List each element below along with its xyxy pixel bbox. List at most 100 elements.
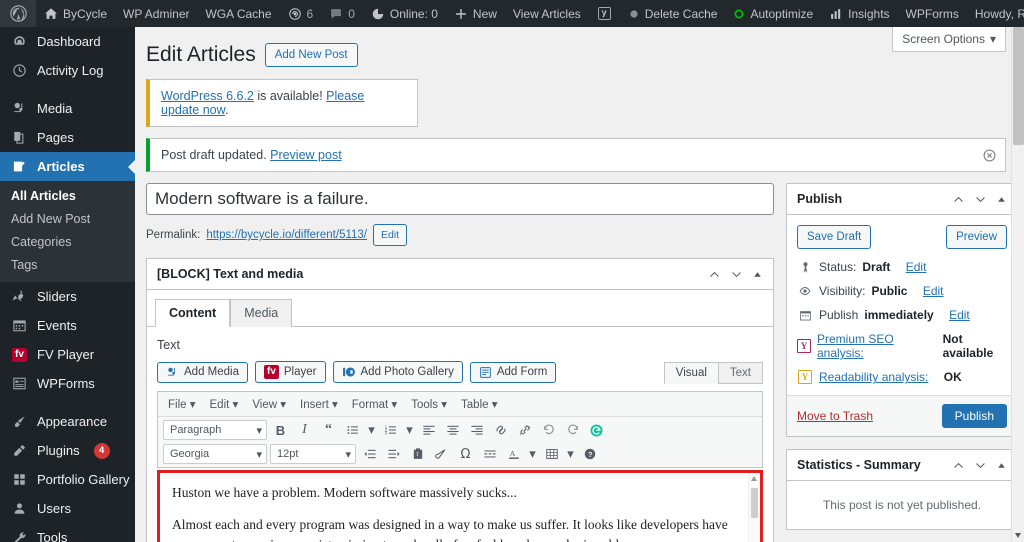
add-media-button[interactable]: Add Media xyxy=(157,361,248,383)
tab-text[interactable]: Text xyxy=(717,362,763,385)
read-more-icon[interactable] xyxy=(479,444,500,464)
sidebar-item-pages[interactable]: Pages xyxy=(0,123,135,152)
bold-icon[interactable]: B xyxy=(270,420,291,440)
move-down-icon[interactable] xyxy=(730,268,743,281)
help-icon[interactable]: ? xyxy=(579,444,600,464)
decrease-indent-icon[interactable] xyxy=(359,444,380,464)
menu-file[interactable]: File ▾ xyxy=(162,395,202,413)
toggle-panel-icon[interactable] xyxy=(752,269,763,280)
wga-cache-menu[interactable]: WGA Cache xyxy=(197,0,279,27)
site-name-menu[interactable]: ByCycle xyxy=(36,0,115,27)
font-family-select[interactable]: Georgia ▾ xyxy=(163,444,267,465)
edit-permalink-button[interactable]: Edit xyxy=(373,224,408,247)
move-up-icon[interactable] xyxy=(952,193,965,206)
increase-indent-icon[interactable] xyxy=(383,444,404,464)
sidebar-item-portfolio-gallery[interactable]: Portfolio Gallery xyxy=(0,465,135,494)
post-title-input[interactable] xyxy=(146,183,774,216)
sidebar-subitem-tags[interactable]: Tags xyxy=(0,254,135,277)
sidebar-subitem-all-articles[interactable]: All Articles xyxy=(0,185,135,208)
numbered-list-caret[interactable]: ▾ xyxy=(404,420,415,440)
add-new-post-button[interactable]: Add New Post xyxy=(264,42,358,67)
wordpress-version-link[interactable]: WordPress 6.6.2 xyxy=(161,89,254,103)
tab-media[interactable]: Media xyxy=(230,299,293,328)
add-form-button[interactable]: Add Form xyxy=(469,361,557,383)
toggle-panel-icon[interactable] xyxy=(996,460,1007,471)
insert-link-icon[interactable] xyxy=(490,420,511,440)
move-down-icon[interactable] xyxy=(974,193,987,206)
sidebar-item-dashboard[interactable]: Dashboard xyxy=(0,27,135,56)
fv-player-button[interactable]: fv Player xyxy=(254,361,326,384)
page-scrollbar[interactable] xyxy=(1011,7,1024,542)
view-articles-menu[interactable]: View Articles xyxy=(505,0,589,27)
sidebar-item-wpforms[interactable]: WPForms xyxy=(0,369,135,398)
edit-status-link[interactable]: Edit xyxy=(906,260,927,274)
table-caret[interactable]: ▾ xyxy=(565,444,576,464)
table-icon[interactable] xyxy=(541,444,562,464)
page-scrollbar-thumb[interactable] xyxy=(1013,27,1024,145)
menu-edit[interactable]: Edit ▾ xyxy=(204,395,245,413)
align-center-icon[interactable] xyxy=(442,420,463,440)
edit-publish-date-link[interactable]: Edit xyxy=(949,308,970,322)
grammarly-icon[interactable] xyxy=(586,420,607,440)
redo-icon[interactable] xyxy=(562,420,583,440)
my-account-menu[interactable]: Howdy, Ragnar Sepp xyxy=(967,0,1024,27)
sidebar-item-articles[interactable]: Articles xyxy=(0,152,135,181)
move-up-icon[interactable] xyxy=(708,268,721,281)
save-draft-button[interactable]: Save Draft xyxy=(797,225,872,250)
sidebar-item-users[interactable]: Users xyxy=(0,494,135,523)
wp-adminer-menu[interactable]: WP Adminer xyxy=(115,0,197,27)
italic-icon[interactable]: I xyxy=(294,420,315,440)
autoptimize-menu[interactable]: Autoptimize xyxy=(725,0,821,27)
align-left-icon[interactable] xyxy=(418,420,439,440)
tab-visual[interactable]: Visual xyxy=(663,362,719,385)
menu-insert[interactable]: Insert ▾ xyxy=(294,395,344,413)
menu-tools[interactable]: Tools ▾ xyxy=(405,395,453,413)
menu-format[interactable]: Format ▾ xyxy=(346,395,403,413)
sidebar-item-tools[interactable]: Tools xyxy=(0,523,135,542)
screen-options-button[interactable]: Screen Options ▾ xyxy=(892,27,1006,52)
sidebar-item-appearance[interactable]: Appearance xyxy=(0,407,135,436)
unlink-icon[interactable] xyxy=(514,420,535,440)
permalink-url-link[interactable]: https://bycycle.io/different/5113/ xyxy=(206,229,367,241)
preview-button[interactable]: Preview xyxy=(946,225,1007,250)
edit-visibility-link[interactable]: Edit xyxy=(923,284,944,298)
menu-view[interactable]: View ▾ xyxy=(246,395,292,413)
updates-menu[interactable]: 6 xyxy=(280,0,322,27)
add-photo-gallery-button[interactable]: Add Photo Gallery xyxy=(332,361,463,384)
scroll-up-arrow-icon[interactable] xyxy=(751,476,757,482)
editor-content-area[interactable]: Huston we have a problem. Modern softwar… xyxy=(157,470,763,542)
numbered-list-icon[interactable]: 123 xyxy=(380,420,401,440)
text-color-icon[interactable]: A xyxy=(503,444,524,464)
clear-formatting-icon[interactable] xyxy=(431,444,452,464)
sidebar-item-activity-log[interactable]: Activity Log xyxy=(0,56,135,85)
align-right-icon[interactable] xyxy=(466,420,487,440)
new-content-menu[interactable]: New xyxy=(446,0,505,27)
sidebar-subitem-categories[interactable]: Categories xyxy=(0,231,135,254)
bulleted-list-caret[interactable]: ▾ xyxy=(366,420,377,440)
sidebar-item-fv-player[interactable]: fv FV Player xyxy=(0,340,135,369)
move-down-icon[interactable] xyxy=(974,459,987,472)
editor-scrollbar[interactable] xyxy=(748,474,759,542)
sidebar-item-plugins[interactable]: Plugins 4 xyxy=(0,436,135,465)
sidebar-subitem-add-new-post[interactable]: Add New Post xyxy=(0,208,135,231)
undo-icon[interactable] xyxy=(538,420,559,440)
publish-button[interactable]: Publish xyxy=(941,404,1007,429)
menu-table[interactable]: Table ▾ xyxy=(455,395,503,413)
delete-cache-menu[interactable]: Delete Cache xyxy=(620,0,726,27)
special-character-icon[interactable]: Ω xyxy=(455,444,476,464)
wpforms-menu[interactable]: WPForms xyxy=(898,0,967,27)
sidebar-item-events[interactable]: Events xyxy=(0,311,135,340)
paste-as-text-icon[interactable]: T xyxy=(407,444,428,464)
editor-scrollbar-thumb[interactable] xyxy=(751,488,758,519)
yoast-seo-menu[interactable] xyxy=(589,0,620,27)
blockquote-icon[interactable]: “ xyxy=(318,420,339,440)
move-to-trash-link[interactable]: Move to Trash xyxy=(797,409,873,423)
readability-analysis-link[interactable]: Readability analysis: xyxy=(819,370,928,384)
insights-menu[interactable]: Insights xyxy=(821,0,897,27)
move-up-icon[interactable] xyxy=(952,459,965,472)
font-size-select[interactable]: 12pt ▾ xyxy=(270,444,356,465)
sidebar-item-media[interactable]: Media xyxy=(0,94,135,123)
text-color-caret[interactable]: ▾ xyxy=(527,444,538,464)
format-select[interactable]: Paragraph ▾ xyxy=(163,420,267,441)
close-circle-icon[interactable] xyxy=(980,146,998,164)
